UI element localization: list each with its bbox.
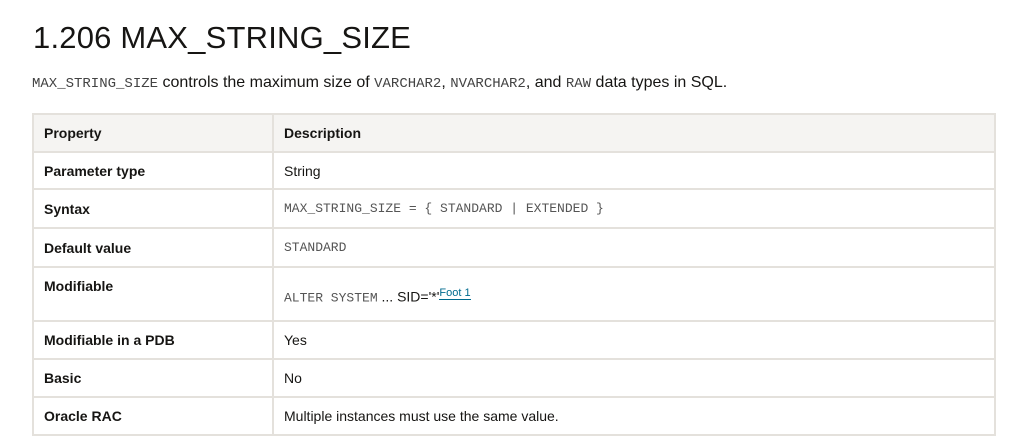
row-property: Modifiable	[32, 266, 274, 322]
intro-text: data types in SQL.	[591, 74, 728, 91]
row-value-code: STANDARD	[272, 227, 996, 268]
row-property: Modifiable in a PDB	[32, 320, 274, 360]
row-value: Multiple instances must use the same val…	[272, 396, 996, 436]
table-row: Default value STANDARD	[32, 227, 996, 268]
table-row: Parameter type String	[32, 151, 996, 190]
row-property: Default value	[32, 227, 274, 268]
table-row: Modifiable in a PDB Yes	[32, 320, 996, 360]
page-title: 1.206 MAX_STRING_SIZE	[33, 20, 412, 55]
table-row: Oracle RAC Multiple instances must use t…	[32, 396, 996, 436]
table-row: Basic No	[32, 358, 996, 398]
table-row: Syntax MAX_STRING_SIZE = { STANDARD | EX…	[32, 188, 996, 229]
row-value: String	[272, 151, 996, 190]
row-property: Parameter type	[32, 151, 274, 190]
modifiable-code: ALTER SYSTEM	[284, 290, 378, 306]
intro-code-raw: RAW	[565, 76, 592, 92]
table-row: Modifiable ALTER SYSTEM ... SID='*'Foot …	[32, 266, 996, 322]
row-property: Basic	[32, 358, 274, 398]
row-value: Yes	[272, 320, 996, 360]
parameter-table-wrapper: Property Description Parameter type Stri…	[32, 113, 996, 436]
header-property: Property	[32, 113, 274, 153]
intro-paragraph: MAX_STRING_SIZE controls the maximum siz…	[32, 74, 727, 92]
table-header-row: Property Description	[32, 113, 996, 153]
intro-text: controls the maximum size of	[158, 74, 375, 91]
row-property: Oracle RAC	[32, 396, 274, 436]
modifiable-text: ... SID='*'	[377, 288, 440, 305]
header-description: Description	[272, 113, 996, 153]
row-value-code: MAX_STRING_SIZE = { STANDARD | EXTENDED …	[272, 188, 996, 229]
row-property: Syntax	[32, 188, 274, 229]
intro-text: , and	[525, 74, 566, 91]
intro-code-max-string-size: MAX_STRING_SIZE	[32, 76, 159, 92]
parameter-table: Property Description Parameter type Stri…	[32, 113, 996, 436]
row-value: No	[272, 358, 996, 398]
row-value: ALTER SYSTEM ... SID='*'Foot 1	[272, 266, 996, 322]
intro-code-varchar2: VARCHAR2	[374, 76, 442, 92]
intro-text: ,	[441, 74, 451, 91]
intro-code-nvarchar2: NVARCHAR2	[450, 76, 526, 92]
footnote-link[interactable]: Foot 1	[439, 287, 471, 301]
